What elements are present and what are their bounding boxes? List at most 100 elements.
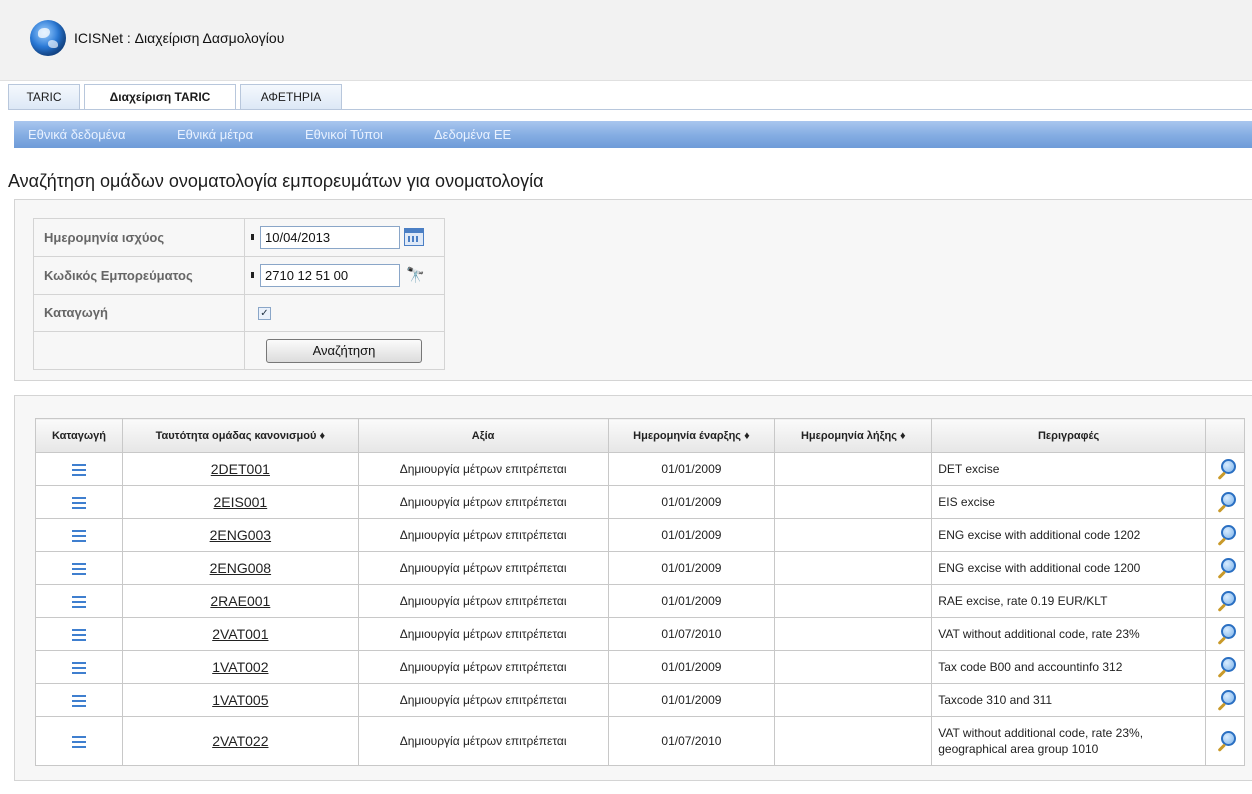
required-marker	[251, 272, 254, 279]
commodity-code-input[interactable]: 2710 12 51 00	[260, 263, 400, 287]
end-date-cell	[774, 551, 933, 585]
start-date-cell: 01/01/2009	[607, 518, 776, 552]
list-icon[interactable]	[71, 595, 86, 608]
magnifier-icon[interactable]	[1214, 689, 1236, 711]
start-date-cell: 01/07/2010	[607, 716, 776, 766]
table-row: 1VAT005 Δημιουργία μέτρων επιτρέπεται 01…	[35, 683, 1246, 717]
globe-logo-icon	[30, 20, 66, 56]
col-value: Αξία	[357, 418, 609, 453]
end-date-cell	[774, 650, 933, 684]
magnifier-icon[interactable]	[1214, 623, 1236, 645]
search-button[interactable]: Αναζήτηση	[266, 338, 422, 363]
col-end-date[interactable]: Ημερομηνία λήξης ♦	[774, 418, 933, 453]
group-id-link[interactable]: 2VAT001	[121, 617, 359, 651]
search-form: Ημερομηνία ισχύος 10/04/2013 Κωδικός Εμπ…	[33, 218, 445, 370]
start-date-cell: 01/01/2009	[607, 452, 776, 486]
list-icon[interactable]	[71, 463, 86, 476]
list-icon[interactable]	[71, 628, 86, 641]
start-date-cell: 01/07/2010	[607, 617, 776, 651]
description-cell: VAT without additional code, rate 23%, g…	[931, 716, 1206, 766]
col-group-id[interactable]: Ταυτότητα ομάδας κανονισμού ♦	[121, 418, 359, 453]
description-cell: VAT without additional code, rate 23%	[931, 617, 1206, 651]
list-icon[interactable]	[71, 661, 86, 674]
list-icon[interactable]	[71, 529, 86, 542]
magnifier-icon[interactable]	[1214, 730, 1236, 752]
table-row: 2VAT022 Δημιουργία μέτρων επιτρέπεται 01…	[35, 716, 1246, 766]
table-row: 2DET001 Δημιουργία μέτρων επιτρέπεται 01…	[35, 452, 1246, 486]
end-date-cell	[774, 683, 933, 717]
menu-bar: Εθνικά δεδομένα Εθνικά μέτρα Εθνικοί Τύπ…	[14, 121, 1252, 148]
group-id-link[interactable]: 2RAE001	[121, 584, 359, 618]
end-date-cell	[774, 584, 933, 618]
table-row: 2ENG003 Δημιουργία μέτρων επιτρέπεται 01…	[35, 518, 1246, 552]
description-cell: DET excise	[931, 452, 1206, 486]
description-cell: Taxcode 310 and 311	[931, 683, 1206, 717]
value-cell: Δημιουργία μέτρων επιτρέπεται	[357, 617, 609, 651]
list-icon[interactable]	[71, 694, 86, 707]
end-date-cell	[774, 518, 933, 552]
app-title: ICISNet : Διαχείριση Δασμολογίου	[74, 30, 285, 46]
magnifier-icon[interactable]	[1214, 557, 1236, 579]
value-cell: Δημιουργία μέτρων επιτρέπεται	[357, 518, 609, 552]
start-date-cell: 01/01/2009	[607, 485, 776, 519]
required-marker	[251, 234, 254, 241]
magnifier-icon[interactable]	[1214, 656, 1236, 678]
group-id-link[interactable]: 2ENG003	[121, 518, 359, 552]
menu-national-data[interactable]: Εθνικά δεδομένα	[28, 127, 126, 142]
date-label: Ημερομηνία ισχύος	[33, 218, 245, 257]
tab-taric-management[interactable]: Διαχείριση TARIC	[84, 84, 236, 110]
origin-checkbox[interactable]: ✓	[258, 307, 271, 321]
end-date-cell	[774, 617, 933, 651]
value-cell: Δημιουργία μέτρων επιτρέπεται	[357, 452, 609, 486]
end-date-cell	[774, 716, 933, 766]
magnifier-icon[interactable]	[1214, 458, 1236, 480]
table-row: 1VAT002 Δημιουργία μέτρων επιτρέπεται 01…	[35, 650, 1246, 684]
value-cell: Δημιουργία μέτρων επιτρέπεται	[357, 551, 609, 585]
description-cell: EIS excise	[931, 485, 1206, 519]
start-date-cell: 01/01/2009	[607, 584, 776, 618]
menu-national-measures[interactable]: Εθνικά μέτρα	[177, 127, 253, 142]
col-start-date[interactable]: Ημερομηνία έναρξης ♦	[607, 418, 776, 453]
table-row: 2EIS001 Δημιουργία μέτρων επιτρέπεται 01…	[35, 485, 1246, 519]
group-id-link[interactable]: 2ENG008	[121, 551, 359, 585]
results-table: Καταγωγή Ταυτότητα ομάδας κανονισμού ♦ Α…	[35, 418, 1246, 766]
magnifier-icon[interactable]	[1214, 491, 1236, 513]
value-cell: Δημιουργία μέτρων επιτρέπεται	[357, 584, 609, 618]
group-id-link[interactable]: 2EIS001	[121, 485, 359, 519]
col-actions	[1204, 418, 1246, 453]
start-date-cell: 01/01/2009	[607, 551, 776, 585]
tab-afetiria[interactable]: ΑΦΕΤΗΡΙΑ	[240, 84, 342, 109]
list-icon[interactable]	[71, 735, 86, 748]
end-date-cell	[774, 452, 933, 486]
list-icon[interactable]	[71, 496, 86, 509]
list-icon[interactable]	[71, 562, 86, 575]
description-cell: Tax code B00 and accountinfo 312	[931, 650, 1206, 684]
calendar-icon[interactable]	[404, 228, 424, 247]
page-title: Αναζήτηση ομάδων ονοματολογία εμπορευμάτ…	[8, 171, 544, 191]
magnifier-icon[interactable]	[1214, 524, 1236, 546]
origin-label: Καταγωγή	[33, 293, 245, 333]
group-id-link[interactable]: 2DET001	[121, 452, 359, 486]
group-id-link[interactable]: 1VAT005	[121, 683, 359, 717]
menu-eu-data[interactable]: Δεδομένα ΕΕ	[434, 127, 511, 142]
magnifier-icon[interactable]	[1214, 590, 1236, 612]
col-descriptions: Περιγραφές	[931, 418, 1206, 453]
tab-divider	[8, 109, 1252, 110]
binoculars-icon[interactable]: 🔭	[406, 266, 425, 284]
value-cell: Δημιουργία μέτρων επιτρέπεται	[357, 650, 609, 684]
empty-cell	[33, 331, 245, 370]
value-cell: Δημιουργία μέτρων επιτρέπεται	[357, 683, 609, 717]
menu-national-types[interactable]: Εθνικοί Τύποι	[305, 127, 383, 142]
table-row: 2ENG008 Δημιουργία μέτρων επιτρέπεται 01…	[35, 551, 1246, 585]
tab-taric[interactable]: TARIC	[8, 84, 80, 109]
group-id-link[interactable]: 2VAT022	[121, 716, 359, 766]
value-cell: Δημιουργία μέτρων επιτρέπεται	[357, 716, 609, 766]
end-date-cell	[774, 485, 933, 519]
start-date-cell: 01/01/2009	[607, 683, 776, 717]
table-row: 2VAT001 Δημιουργία μέτρων επιτρέπεται 01…	[35, 617, 1246, 651]
description-cell: RAE excise, rate 0.19 EUR/KLT	[931, 584, 1206, 618]
date-input[interactable]: 10/04/2013	[260, 225, 400, 249]
col-origin: Καταγωγή	[35, 418, 123, 453]
code-label: Κωδικός Εμπορεύματος	[33, 255, 245, 295]
group-id-link[interactable]: 1VAT002	[121, 650, 359, 684]
